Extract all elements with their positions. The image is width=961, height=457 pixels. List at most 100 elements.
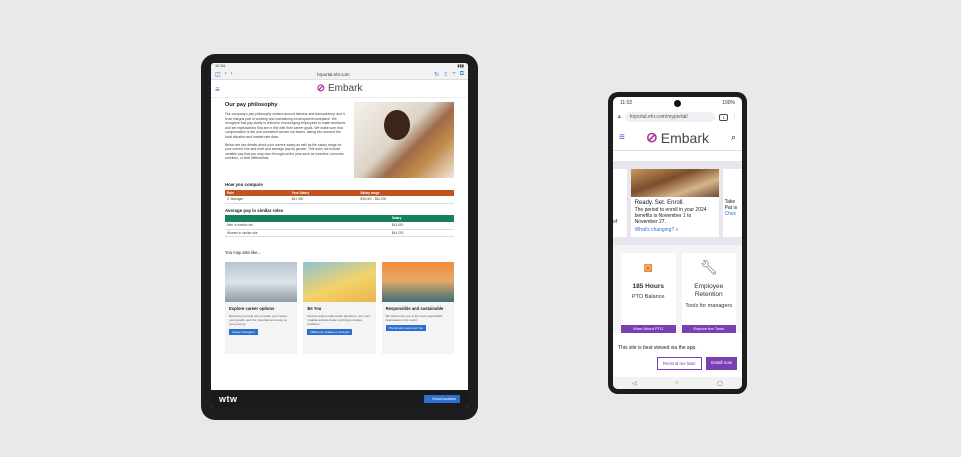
- reload-icon[interactable]: ↻: [434, 71, 439, 78]
- average-pay-label: Men in similar role: [225, 221, 390, 230]
- tabs-icon[interactable]: ⧉: [460, 71, 464, 78]
- virtual-assistant-button[interactable]: ◌ Virtual Assistant: [423, 395, 460, 403]
- explore-tools-button[interactable]: Explore the Tools: [681, 325, 736, 333]
- sidebar-icon[interactable]: ◫: [215, 71, 221, 78]
- card-sustainable: Responsible and sustainable We want to b…: [381, 261, 454, 354]
- new-tab-icon[interactable]: +: [452, 71, 456, 77]
- install-now-button[interactable]: Install now: [705, 357, 737, 370]
- difference-button[interactable]: Difference makes us stronger: [307, 328, 353, 336]
- phone-nav-bar: ◁ ○ ▢: [613, 377, 742, 389]
- banner-text: This site is best viewed via the app.: [618, 345, 697, 351]
- average-pay-header-salary: Salary: [389, 215, 454, 222]
- app-install-banner: This site is best viewed via the app. Re…: [613, 342, 742, 378]
- forward-icon[interactable]: ›: [231, 71, 233, 77]
- tablet-status-time: 12:34: [215, 63, 226, 68]
- retention-title: Employee Retention: [694, 283, 724, 298]
- enroll-promo-card[interactable]: Ready. Set. Enroll. The period to enroll…: [630, 169, 719, 237]
- tablet-brand-name: Embark: [327, 83, 363, 94]
- carousel-next-card[interactable]: Take Pat is Chec: [722, 169, 742, 237]
- remind-later-button[interactable]: Remind me later: [656, 357, 702, 370]
- promo-carousel: of Ready. Set. Enroll. The period to enr…: [613, 161, 742, 245]
- card-image: [303, 261, 376, 302]
- footer-logo: wtw: [219, 394, 238, 404]
- tablet-screen: 12:34 ▮▮▮ ◫ ‹ › hrportal.ehr.com ↻ ⇪ + ⧉…: [211, 63, 468, 408]
- average-pay-header-blank: [225, 215, 390, 222]
- table-row: Men in similar role $43,500: [225, 221, 454, 230]
- camera-icon: [673, 99, 681, 107]
- tablet-address-bar[interactable]: hrportal.ehr.com: [237, 72, 430, 77]
- average-pay-heading: Average pay in similar roles: [225, 207, 284, 213]
- pto-tile: ◙ 185 Hours PTO Balance More About PTO: [621, 253, 676, 333]
- pay-philosophy-section: Our pay philosophy Our company's pay phi…: [225, 102, 454, 178]
- whats-changing-link[interactable]: What's changing? »: [635, 227, 715, 233]
- compare-heading: How you compare: [225, 182, 263, 187]
- menu-icon[interactable]: ≡: [619, 132, 625, 143]
- compare-header-salary: Your Salary: [289, 189, 359, 197]
- battery-icon: ▮▮▮: [457, 63, 464, 68]
- career-navigator-button[interactable]: Career Navigator: [229, 328, 258, 336]
- card-text: We want to be one of the most responsibl…: [385, 313, 443, 322]
- compare-cell-role: IT Manager: [225, 196, 290, 204]
- tab-count-icon[interactable]: 1: [719, 113, 728, 121]
- back-icon[interactable]: ‹: [225, 71, 227, 77]
- card-image: [381, 261, 454, 302]
- chat-icon: ◌: [427, 397, 430, 401]
- more-about-pto-button[interactable]: More About PTO: [621, 325, 676, 333]
- more-options-icon[interactable]: ⋮: [732, 114, 737, 120]
- wrench-icon: 🔧︎: [699, 259, 718, 275]
- card-career: Explore career options Resources to help…: [225, 261, 298, 354]
- phone-battery: 100%: [722, 100, 735, 106]
- lock-icon: 🔒︎: [618, 114, 621, 120]
- also-like-heading: You may also like...: [225, 250, 261, 256]
- hero-image: [354, 102, 454, 178]
- card-title: Explore career options: [229, 305, 275, 311]
- tablet-device: 12:34 ▮▮▮ ◫ ‹ › hrportal.ehr.com ↻ ⇪ + ⧉…: [201, 54, 478, 420]
- recents-nav-icon[interactable]: ▢: [717, 380, 723, 387]
- compare-table: Role Your Salary Salary range IT Manager…: [225, 189, 454, 204]
- retention-label: Tools for managers: [685, 303, 733, 309]
- tablet-site-header: ≡ ⊘ Embark: [211, 80, 468, 98]
- back-nav-icon[interactable]: ◁: [632, 380, 637, 387]
- pay-philosophy-paragraph-1: Our company's pay philosophy centers aro…: [225, 112, 346, 139]
- average-pay-value: $43,500: [389, 221, 454, 230]
- retention-tile: 🔧︎ Employee Retention Tools for managers…: [681, 253, 736, 333]
- phone-status-time: 11:02: [620, 100, 633, 106]
- virtual-assistant-label: Virtual Assistant: [431, 397, 456, 401]
- prev-card-text: of: [613, 219, 618, 225]
- search-icon[interactable]: ⌕: [731, 132, 736, 143]
- phone-device: 11:02 100% 🔒︎ hrportal.ehr.com/myportal/…: [608, 92, 747, 394]
- promo-text: The period to enroll in your 2024 benefi…: [634, 207, 707, 225]
- embark-logo-icon: ⊘: [646, 129, 658, 145]
- instagram-icon: ◙: [644, 259, 653, 275]
- environment-button[interactable]: The Environment and You: [385, 324, 427, 332]
- compare-header-range: Salary range: [358, 189, 454, 197]
- tablet-footer: wtw ◌ Virtual Assistant: [211, 390, 468, 408]
- average-pay-value: $44,200: [389, 229, 454, 238]
- next-card-link[interactable]: Chec: [725, 211, 742, 217]
- tablet-brand-logo[interactable]: ⊘ Embark: [317, 83, 363, 94]
- phone-browser-bar: 🔒︎ hrportal.ehr.com/myportal/ 1 ⋮: [613, 109, 742, 125]
- compare-cell-salary: $41,300: [289, 196, 359, 204]
- share-icon[interactable]: ⇪: [443, 71, 448, 78]
- menu-icon[interactable]: ≡: [215, 85, 220, 94]
- tablet-browser-toolbar: ◫ ‹ › hrportal.ehr.com ↻ ⇪ + ⧉: [211, 69, 468, 80]
- phone-brand-logo[interactable]: ⊘ Embark: [646, 129, 709, 146]
- phone-address-bar[interactable]: hrportal.ehr.com/myportal/: [624, 112, 716, 122]
- pto-hours: 185 Hours: [632, 283, 664, 290]
- phone-status-bar: 11:02 100%: [613, 97, 742, 109]
- home-nav-icon[interactable]: ○: [675, 380, 679, 386]
- card-text: Diverse teams make better decisions, are…: [307, 313, 371, 326]
- tablet-content: Our pay philosophy Our company's pay phi…: [211, 98, 468, 354]
- compare-cell-range: $35,000 - $50,000: [358, 196, 454, 204]
- phone-site-header: ≡ ⊘ Embark ⌕: [613, 125, 742, 151]
- promo-image: [630, 169, 719, 197]
- table-row: Women in similar role $44,200: [225, 229, 454, 238]
- average-pay-table: Salary Men in similar role $43,500 Women…: [225, 215, 454, 238]
- card-be-you: Be You Diverse teams make better decisio…: [303, 261, 376, 354]
- card-title: Responsible and sustainable: [385, 305, 444, 311]
- compare-header-role: Role: [225, 189, 290, 197]
- carousel-prev-card[interactable]: of: [613, 169, 627, 237]
- stage: 12:34 ▮▮▮ ◫ ‹ › hrportal.ehr.com ↻ ⇪ + ⧉…: [0, 0, 961, 457]
- phone-tiles: ◙ 185 Hours PTO Balance More About PTO 🔧…: [613, 245, 742, 333]
- phone-brand-name: Embark: [660, 129, 709, 146]
